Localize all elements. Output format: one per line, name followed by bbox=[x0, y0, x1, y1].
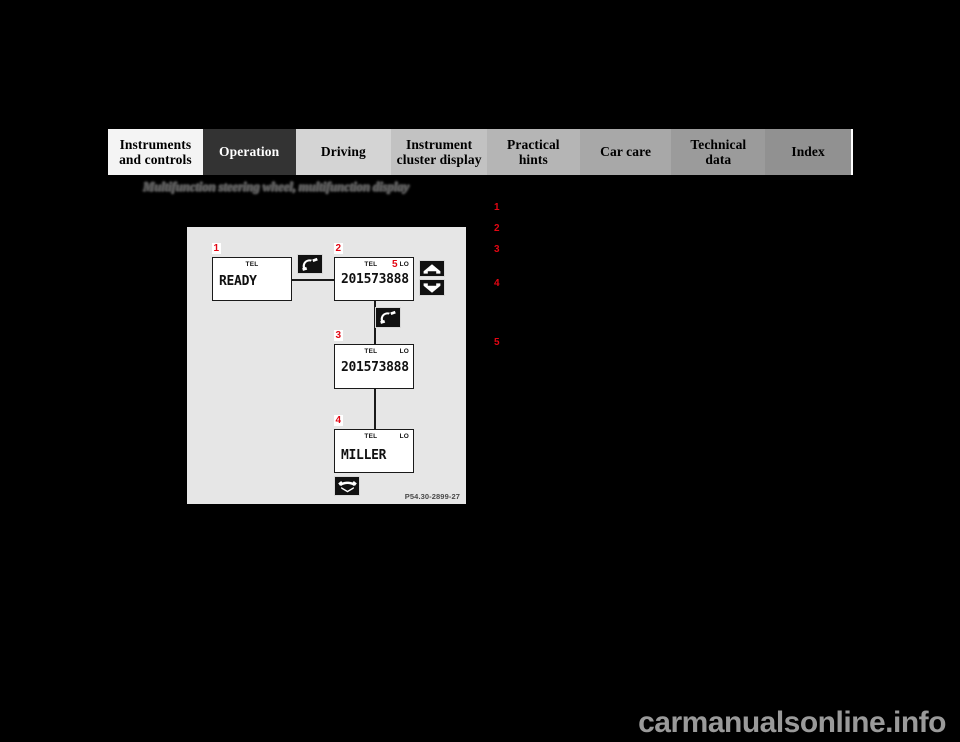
display-2-lo-label: LO bbox=[399, 261, 409, 268]
legend-number-2: 2 bbox=[494, 223, 500, 234]
arrow-down-icon[interactable] bbox=[419, 279, 445, 296]
display-3-value: 201573888 bbox=[341, 360, 409, 375]
phone-handset-lifted-glyph bbox=[302, 257, 318, 271]
phone-handset-down-icon[interactable] bbox=[334, 476, 360, 496]
arrow-down-glyph bbox=[423, 282, 441, 293]
tab-instrument-cluster-display[interactable]: Instrument cluster display bbox=[391, 129, 487, 175]
phone-handset-lifted-icon[interactable] bbox=[297, 254, 323, 274]
figure-callout-1: 1 bbox=[212, 243, 221, 254]
connector-1-to-2 bbox=[292, 279, 334, 281]
figure-legend: 1 2 3 4 5 bbox=[494, 196, 854, 366]
legend-number-4: 4 bbox=[494, 278, 500, 289]
page-title: Multifunction steering wheel, multifunct… bbox=[143, 179, 410, 194]
phone-handset-lifted-glyph-2 bbox=[380, 310, 396, 324]
figure-callout-4: 4 bbox=[334, 415, 343, 426]
tab-car-care[interactable]: Car care bbox=[579, 129, 672, 175]
legend-number-3: 3 bbox=[494, 244, 500, 255]
display-box-4: TEL LO MILLER bbox=[334, 429, 414, 473]
figure-callout-3: 3 bbox=[334, 330, 343, 341]
display-3-tel-label: TEL bbox=[364, 348, 378, 355]
tab-instruments-and-controls[interactable]: Instruments and controls bbox=[108, 129, 203, 175]
display-1-tel-label: TEL bbox=[245, 261, 259, 268]
display-box-3: TEL LO 201573888 bbox=[334, 344, 414, 389]
phone-handset-down-glyph bbox=[337, 481, 357, 493]
section-tab-bar[interactable]: Instruments and controls Operation Drivi… bbox=[108, 129, 853, 175]
tab-technical-data[interactable]: Technical data bbox=[671, 129, 766, 175]
display-4-value: MILLER bbox=[341, 448, 387, 463]
tab-index[interactable]: Index bbox=[765, 129, 851, 175]
tab-driving[interactable]: Driving bbox=[295, 129, 392, 175]
display-3-lo-label: LO bbox=[399, 348, 409, 355]
display-1-value: READY bbox=[219, 274, 257, 289]
figure-panel: 1 TEL READY 2 TEL LO 5 201573888 3 TEL L… bbox=[187, 227, 466, 504]
legend-number-1: 1 bbox=[494, 202, 500, 213]
display-box-1: TEL READY bbox=[212, 257, 292, 301]
arrow-up-glyph bbox=[423, 263, 441, 274]
tab-practical-hints[interactable]: Practical hints bbox=[486, 129, 580, 175]
legend-number-5: 5 bbox=[494, 337, 500, 348]
site-watermark: carmanualsonline.info bbox=[638, 706, 946, 739]
figure-callout-5: 5 bbox=[391, 259, 398, 270]
display-box-2: TEL LO 5 201573888 bbox=[334, 257, 414, 301]
document-page: Instruments and controls Operation Drivi… bbox=[0, 0, 960, 742]
arrow-up-icon[interactable] bbox=[419, 260, 445, 277]
phone-handset-lifted-icon-2[interactable] bbox=[375, 307, 401, 328]
tab-operation[interactable]: Operation bbox=[202, 129, 296, 175]
figure-caption: P54.30-2899-27 bbox=[404, 492, 460, 501]
display-2-tel-label: TEL bbox=[364, 261, 378, 268]
figure-callout-2: 2 bbox=[334, 243, 343, 254]
display-4-lo-label: LO bbox=[399, 433, 409, 440]
display-2-value: 201573888 bbox=[341, 272, 409, 287]
display-4-tel-label: TEL bbox=[364, 433, 378, 440]
